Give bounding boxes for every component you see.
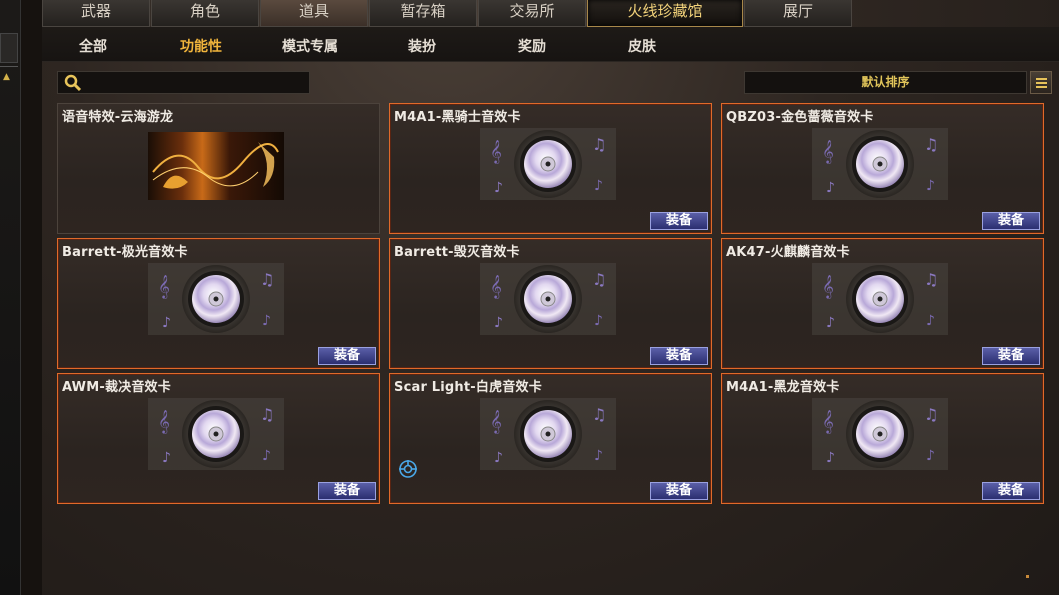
item-card[interactable]: Barrett-极光音效卡 𝄞 ♫ ♪ ♪ 装备: [57, 238, 380, 369]
equip-button[interactable]: 装备: [318, 482, 376, 500]
svg-text:♪: ♪: [494, 450, 503, 466]
svg-text:𝄞: 𝄞: [822, 409, 834, 434]
item-title: M4A1-黑龙音效卡: [726, 380, 840, 395]
equip-button[interactable]: 装备: [982, 482, 1040, 500]
crosshair-icon: [399, 460, 417, 478]
decorative-dot: [1026, 575, 1029, 578]
left-sidebar: ▲: [0, 0, 21, 595]
subtab-functional[interactable]: 功能性: [180, 36, 222, 56]
item-title: Barrett-极光音效卡: [62, 245, 188, 260]
equip-button[interactable]: 装备: [318, 347, 376, 365]
sidebar-button[interactable]: [0, 33, 18, 63]
svg-text:𝄞: 𝄞: [490, 139, 502, 164]
item-card[interactable]: QBZ03-金色蔷薇音效卡 𝄞 ♫ ♪ ♪ 装备: [721, 103, 1044, 234]
sidebar-divider: [0, 66, 18, 67]
sub-tab-bar: 全部 功能性 模式专属 装扮 奖励 皮肤: [42, 27, 1059, 62]
item-card[interactable]: AWM-裁决音效卡 𝄞 ♫ ♪ ♪ 装备: [57, 373, 380, 504]
sound-card-icon: 𝄞 ♫ ♪ ♪: [812, 263, 948, 335]
sound-card-icon: 𝄞 ♫ ♪ ♪: [480, 128, 616, 200]
svg-text:♫: ♫: [260, 405, 274, 424]
svg-text:♪: ♪: [494, 180, 503, 196]
svg-text:♫: ♫: [924, 135, 938, 154]
svg-text:𝄞: 𝄞: [822, 139, 834, 164]
item-card[interactable]: 语音特效-云海游龙: [57, 103, 380, 234]
equip-button[interactable]: 装备: [982, 347, 1040, 365]
sound-card-icon: 𝄞 ♫ ♪ ♪: [480, 263, 616, 335]
item-card[interactable]: Barrett-毁灭音效卡 𝄞 ♫ ♪ ♪ 装备: [389, 238, 712, 369]
tab-exchange[interactable]: 交易所: [478, 0, 586, 27]
svg-text:♪: ♪: [162, 450, 171, 466]
svg-text:♪: ♪: [262, 313, 271, 329]
svg-text:♪: ♪: [594, 448, 603, 464]
svg-text:𝄞: 𝄞: [490, 274, 502, 299]
item-title: 语音特效-云海游龙: [62, 110, 174, 125]
equip-button[interactable]: 装备: [650, 482, 708, 500]
svg-text:♫: ♫: [592, 405, 606, 424]
sound-card-icon: 𝄞 ♫ ♪ ♪: [480, 398, 616, 470]
item-title: Scar Light-白虎音效卡: [394, 380, 542, 395]
top-tab-bar: 武器 角色 道具 暂存箱 交易所 火线珍藏馆 展厅: [42, 0, 853, 27]
svg-text:♪: ♪: [926, 178, 935, 194]
search-input[interactable]: [57, 71, 310, 94]
svg-text:♪: ♪: [594, 313, 603, 329]
sound-card-icon: 𝄞 ♫ ♪ ♪: [148, 398, 284, 470]
search-icon: [64, 74, 82, 92]
list-icon[interactable]: [1030, 71, 1052, 94]
equip-button[interactable]: 装备: [982, 212, 1040, 230]
item-title: M4A1-黑骑士音效卡: [394, 110, 521, 125]
svg-text:♫: ♫: [924, 270, 938, 289]
tab-showroom[interactable]: 展厅: [744, 0, 852, 27]
svg-text:♪: ♪: [926, 448, 935, 464]
svg-text:♪: ♪: [494, 315, 503, 331]
sort-dropdown[interactable]: 默认排序: [744, 71, 1027, 94]
svg-text:♫: ♫: [592, 270, 606, 289]
tab-weapons[interactable]: 武器: [42, 0, 150, 27]
scroll-up-arrow-icon[interactable]: ▲: [3, 72, 10, 82]
svg-text:♪: ♪: [826, 315, 835, 331]
svg-text:♪: ♪: [594, 178, 603, 194]
item-card[interactable]: Scar Light-白虎音效卡 𝄞 ♫ ♪ ♪ 装备: [389, 373, 712, 504]
item-card[interactable]: M4A1-黑龙音效卡 𝄞 ♫ ♪ ♪ 装备: [721, 373, 1044, 504]
sound-card-icon: 𝄞 ♫ ♪ ♪: [812, 398, 948, 470]
svg-text:♪: ♪: [826, 450, 835, 466]
equip-button[interactable]: 装备: [650, 212, 708, 230]
svg-text:♫: ♫: [260, 270, 274, 289]
svg-text:♫: ♫: [924, 405, 938, 424]
equip-button[interactable]: 装备: [650, 347, 708, 365]
subtab-rewards[interactable]: 奖励: [518, 36, 546, 56]
svg-text:♪: ♪: [162, 315, 171, 331]
sound-card-icon: 𝄞 ♫ ♪ ♪: [148, 263, 284, 335]
item-title: Barrett-毁灭音效卡: [394, 245, 520, 260]
subtab-all[interactable]: 全部: [79, 36, 107, 56]
item-title: QBZ03-金色蔷薇音效卡: [726, 110, 874, 125]
svg-text:𝄞: 𝄞: [822, 274, 834, 299]
tab-storage[interactable]: 暂存箱: [369, 0, 477, 27]
item-card[interactable]: M4A1-黑骑士音效卡 𝄞 ♫ ♪ ♪ 装备: [389, 103, 712, 234]
dragon-thumbnail: [148, 132, 284, 200]
svg-text:♫: ♫: [592, 135, 606, 154]
tab-characters[interactable]: 角色: [151, 0, 259, 27]
svg-text:𝄞: 𝄞: [158, 274, 170, 299]
item-card[interactable]: AK47-火麒麟音效卡 𝄞 ♫ ♪ ♪ 装备: [721, 238, 1044, 369]
svg-text:𝄞: 𝄞: [490, 409, 502, 434]
item-title: AWM-裁决音效卡: [62, 380, 171, 395]
subtab-outfit[interactable]: 装扮: [408, 36, 436, 56]
subtab-skins[interactable]: 皮肤: [628, 36, 656, 56]
svg-text:♪: ♪: [262, 448, 271, 464]
item-title: AK47-火麒麟音效卡: [726, 245, 850, 260]
subtab-mode-exclusive[interactable]: 模式专属: [282, 36, 338, 56]
sound-card-icon: 𝄞 ♫ ♪ ♪: [812, 128, 948, 200]
tab-collection[interactable]: 火线珍藏馆: [587, 0, 743, 27]
tab-items[interactable]: 道具: [260, 0, 368, 27]
svg-text:♪: ♪: [826, 180, 835, 196]
svg-text:♪: ♪: [926, 313, 935, 329]
svg-text:𝄞: 𝄞: [158, 409, 170, 434]
